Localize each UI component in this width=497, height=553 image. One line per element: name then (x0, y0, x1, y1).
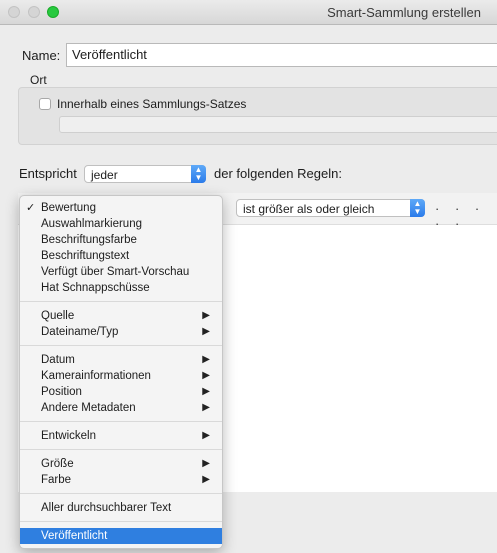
menu-item[interactable]: Position ▶ (20, 384, 222, 400)
match-select[interactable]: jeder ▲ ▼ (84, 165, 206, 183)
menu-item[interactable]: Aller durchsuchbarer Text (20, 500, 222, 516)
criteria-menu: ✓ Bewertung Auswahlmarkierung Beschriftu… (19, 195, 223, 549)
submenu-arrow-icon: ▶ (202, 458, 210, 469)
inside-set-label: Innerhalb eines Sammlungs-Satzes (57, 97, 247, 111)
menu-item[interactable]: Beschriftungsfarbe (20, 232, 222, 248)
close-window-button[interactable] (8, 6, 20, 18)
menu-item[interactable]: Verfügt über Smart-Vorschau (20, 264, 222, 280)
menu-item[interactable]: Andere Metadaten ▶ (20, 400, 222, 416)
submenu-arrow-icon: ▶ (202, 402, 210, 413)
submenu-arrow-icon: ▶ (202, 430, 210, 441)
menu-separator (20, 449, 222, 450)
match-label: Entspricht (19, 166, 77, 181)
menu-separator (20, 493, 222, 494)
menu-item[interactable]: Farbe ▶ (20, 472, 222, 488)
submenu-arrow-icon: ▶ (202, 354, 210, 365)
rule-operator-select[interactable]: ist größer als oder gleich ▲ ▼ (236, 199, 425, 217)
menu-item[interactable]: Beschriftungstext (20, 248, 222, 264)
chevron-updown-icon: ▲ ▼ (191, 165, 206, 183)
menu-separator (20, 421, 222, 422)
menu-item[interactable]: Dateiname/Typ ▶ (20, 324, 222, 340)
zoom-window-button[interactable] (47, 6, 59, 18)
collection-set-select[interactable] (59, 116, 497, 133)
menu-item[interactable]: ✓ Bewertung (20, 200, 222, 216)
inside-set-checkbox[interactable] (39, 98, 51, 110)
match-select-value: jeder (91, 168, 118, 182)
menu-item[interactable]: Quelle ▶ (20, 308, 222, 324)
submenu-arrow-icon: ▶ (202, 370, 210, 381)
menu-item[interactable]: Entwickeln ▶ (20, 428, 222, 444)
menu-item-selected[interactable]: Veröffentlicht (20, 528, 222, 544)
chevron-updown-icon: ▲ ▼ (410, 199, 425, 217)
menu-item[interactable]: Hat Schnappschüsse (20, 280, 222, 296)
menu-item[interactable]: Auswahlmarkierung (20, 216, 222, 232)
menu-separator (20, 345, 222, 346)
menu-item[interactable]: Datum ▶ (20, 352, 222, 368)
menu-separator (20, 301, 222, 302)
menu-separator (20, 521, 222, 522)
submenu-arrow-icon: ▶ (202, 326, 210, 337)
rule-value-dots: · · · · · (435, 201, 486, 231)
title-bar: Smart-Sammlung erstellen (0, 0, 497, 25)
submenu-arrow-icon: ▶ (202, 386, 210, 397)
rule-operator-value: ist größer als oder gleich (243, 202, 375, 216)
name-label: Name: (22, 48, 61, 63)
location-label: Ort (30, 73, 47, 87)
submenu-arrow-icon: ▶ (202, 474, 210, 485)
menu-item[interactable]: Größe ▶ (20, 456, 222, 472)
menu-item[interactable]: Kamerainformationen ▶ (20, 368, 222, 384)
submenu-arrow-icon: ▶ (202, 310, 210, 321)
minimize-window-button[interactable] (28, 6, 40, 18)
name-field[interactable]: Veröffentlicht (66, 43, 497, 67)
rules-label: der folgenden Regeln: (214, 166, 342, 181)
window-title: Smart-Sammlung erstellen (327, 5, 481, 20)
checkmark-icon: ✓ (26, 202, 36, 214)
